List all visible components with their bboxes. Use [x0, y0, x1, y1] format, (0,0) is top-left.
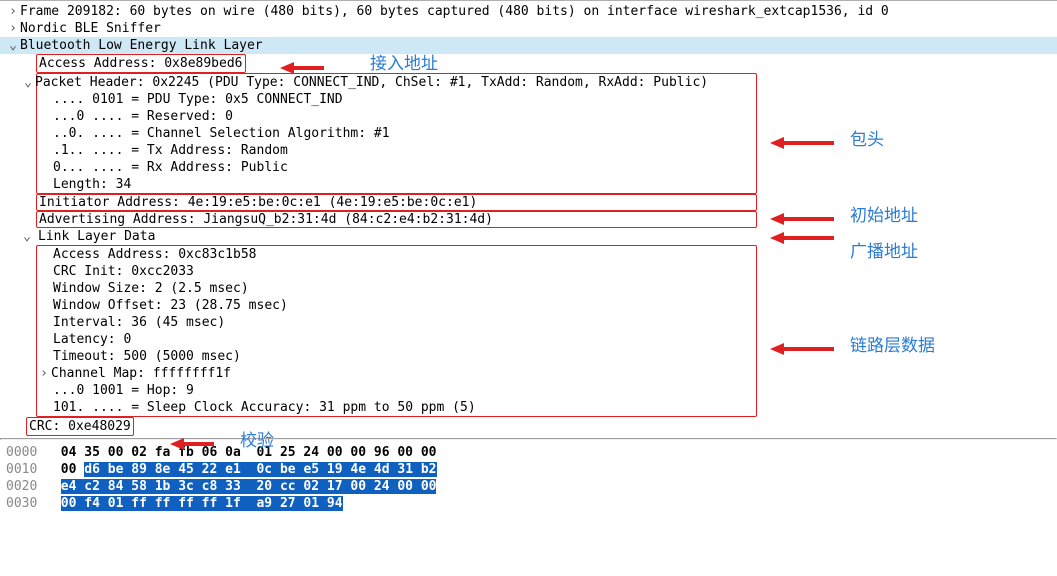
lld-access-field[interactable]: Access Address: 0xc83c1b58: [37, 246, 756, 263]
ble-ll-text: Bluetooth Low Energy Link Layer: [20, 38, 263, 53]
initiator-address-field[interactable]: Initiator Address: 4e:19:e5:be:0c:e1 (4e…: [36, 194, 757, 211]
hex-dump-pane[interactable]: 0000 04 35 00 02 fa fb 06 0a 01 25 24 00…: [0, 440, 1057, 518]
hex-row-2[interactable]: 0020 e4 c2 84 58 1b 3c c8 33 20 cc 02 17…: [6, 478, 1051, 495]
packet-details-tree[interactable]: ›Frame 209182: 60 bytes on wire (480 bit…: [0, 1, 1057, 438]
ann-init: 初始地址: [850, 201, 918, 226]
length-field[interactable]: Length: 34: [37, 176, 754, 193]
expand-icon[interactable]: ›: [6, 3, 20, 20]
hex-row-3[interactable]: 0030 00 f4 01 ff ff ff ff 1f a9 27 01 94: [6, 495, 1051, 512]
packet-header-box: ⌄Packet Header: 0x2245 (PDU Type: CONNEC…: [36, 73, 757, 194]
ann-adv: 广播地址: [850, 237, 918, 262]
crc-text: CRC: 0xe48029: [26, 417, 134, 436]
collapse-icon[interactable]: ⌄: [20, 228, 34, 245]
ann-header: 包头: [850, 125, 884, 150]
nordic-node[interactable]: ›Nordic BLE Sniffer: [0, 20, 1057, 37]
pdu-type-field[interactable]: .... 0101 = PDU Type: 0x5 CONNECT_IND: [37, 91, 754, 108]
collapse-icon[interactable]: ⌄: [6, 37, 20, 54]
chsel-field[interactable]: ..0. .... = Channel Selection Algorithm:…: [37, 125, 754, 142]
lld-latency-field[interactable]: Latency: 0: [37, 331, 756, 348]
lld-timeout-field[interactable]: Timeout: 500 (5000 msec): [37, 348, 756, 365]
advertising-address-field[interactable]: Advertising Address: JiangsuQ_b2:31:4d (…: [36, 211, 757, 228]
link-layer-data-node[interactable]: ⌄Link Layer Data: [20, 228, 757, 245]
lld-chmap-node[interactable]: ›Channel Map: ffffffff1f: [37, 365, 756, 382]
ann-lld: 链路层数据: [850, 331, 935, 356]
lld-winoffset-field[interactable]: Window Offset: 23 (28.75 msec): [37, 297, 756, 314]
access-address-field[interactable]: Access Address: 0x8e89bed6: [0, 54, 1057, 73]
lld-hop-field[interactable]: ...0 1001 = Hop: 9: [37, 382, 756, 399]
lld-winsize-field[interactable]: Window Size: 2 (2.5 msec): [37, 280, 756, 297]
frame-node[interactable]: ›Frame 209182: 60 bytes on wire (480 bit…: [0, 3, 1057, 20]
lld-interval-field[interactable]: Interval: 36 (45 msec): [37, 314, 756, 331]
rxaddr-field[interactable]: 0... .... = Rx Address: Public: [37, 159, 754, 176]
ble-ll-node[interactable]: ⌄Bluetooth Low Energy Link Layer: [0, 37, 1057, 54]
lld-crcinit-field[interactable]: CRC Init: 0xcc2033: [37, 263, 756, 280]
access-address-text: Access Address: 0x8e89bed6: [36, 54, 246, 73]
crc-field[interactable]: CRC: 0xe48029: [0, 417, 1057, 436]
packet-header-text: Packet Header: 0x2245 (PDU Type: CONNECT…: [35, 75, 708, 90]
frame-text: Frame 209182: 60 bytes on wire (480 bits…: [20, 4, 889, 19]
expand-icon[interactable]: ›: [37, 365, 51, 382]
collapse-icon[interactable]: ⌄: [21, 74, 35, 91]
hex-row-0[interactable]: 0000 04 35 00 02 fa fb 06 0a 01 25 24 00…: [6, 444, 1051, 461]
hex-row-1[interactable]: 0010 00 d6 be 89 8e 45 22 e1 0c be e5 19…: [6, 461, 1051, 478]
nordic-text: Nordic BLE Sniffer: [20, 21, 161, 36]
lld-sca-field[interactable]: 101. .... = Sleep Clock Accuracy: 31 ppm…: [37, 399, 756, 416]
link-layer-data-box: Access Address: 0xc83c1b58 CRC Init: 0xc…: [36, 245, 757, 417]
txaddr-field[interactable]: .1.. .... = Tx Address: Random: [37, 142, 754, 159]
reserved-field[interactable]: ...0 .... = Reserved: 0: [37, 108, 754, 125]
expand-icon[interactable]: ›: [6, 20, 20, 37]
packet-header-node[interactable]: ⌄Packet Header: 0x2245 (PDU Type: CONNEC…: [37, 74, 754, 91]
